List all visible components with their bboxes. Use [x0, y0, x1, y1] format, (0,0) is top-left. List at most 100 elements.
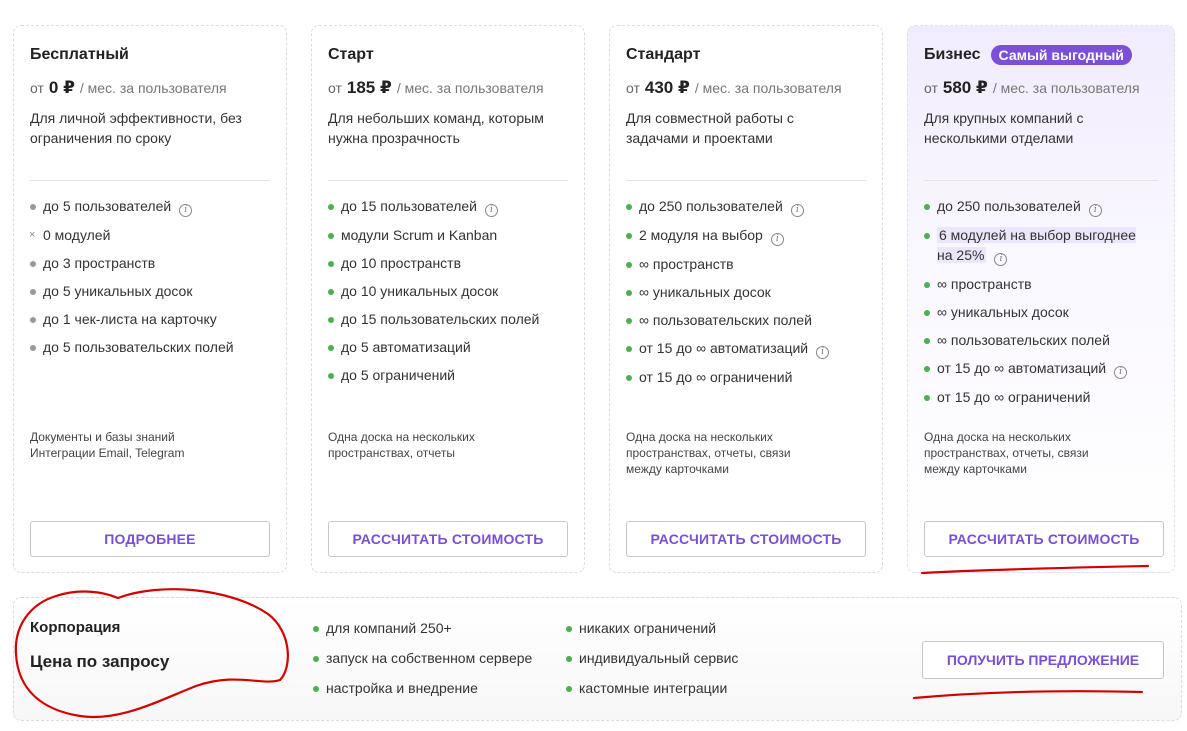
plan-description: Для небольших команд, которым нужна проз… [328, 110, 544, 146]
info-icon[interactable]: i [1088, 204, 1102, 217]
cross-icon: × [29, 229, 36, 241]
feature-item: запуск на собственном сервере [313, 648, 532, 668]
feature-item: до 5 ограничений [328, 365, 568, 385]
plan-extra: Одна доска на нескольких пространствах, … [626, 429, 866, 477]
feature-text: до 15 пользователей [341, 198, 477, 214]
bullet-icon [924, 282, 930, 288]
feature-text: до 250 пользователей [937, 198, 1081, 214]
price-amount: 580 ₽ [942, 78, 988, 97]
plan-card-free: Бесплатный от 0 ₽ / мес. за пользователя… [13, 25, 287, 573]
feature-item: от 15 до ∞ автоматизаций i [626, 338, 866, 359]
feature-text: от 15 до ∞ автоматизаций [639, 340, 809, 356]
bullet-icon [30, 261, 36, 267]
feature-text: от 15 до ∞ ограничений [937, 389, 1091, 405]
feature-item: от 15 до ∞ автоматизаций i [924, 358, 1158, 379]
plan-description: Для личной эффективности, без ограничени… [30, 110, 242, 146]
bullet-icon [328, 233, 334, 239]
plan-title: Бизнес Самый выгодный [924, 44, 1158, 66]
price-unit: / мес. за пользователя [992, 80, 1140, 96]
feature-text: 6 модулей на выбор выгоднее на 25% [937, 227, 1136, 263]
feature-item: для компаний 250+ [313, 618, 532, 638]
corporate-features-col2: никаких ограничений индивидуальный серви… [566, 618, 738, 708]
divider [328, 180, 568, 181]
bullet-icon [626, 233, 632, 239]
feature-item: никаких ограничений [566, 618, 738, 638]
feature-text: модули Scrum и Kanban [341, 227, 498, 243]
price-prefix: от [924, 80, 938, 96]
plan-name: Бесплатный [30, 46, 129, 63]
feature-item: до 10 пространств [328, 253, 568, 273]
bullet-icon [328, 289, 334, 295]
feature-text: ∞ уникальных досок [937, 304, 1069, 320]
info-icon[interactable]: i [790, 204, 804, 217]
feature-item: модули Scrum и Kanban [328, 225, 568, 245]
calculate-cost-button[interactable]: РАССЧИТАТЬ СТОИМОСТЬ [924, 521, 1164, 557]
plan-name: Стандарт [626, 46, 701, 63]
plan-card-standard: Стандарт от 430 ₽ / мес. за пользователя… [609, 25, 883, 573]
feature-text: до 5 пользователей [43, 198, 172, 214]
info-icon[interactable]: i [485, 204, 498, 217]
bullet-icon [566, 656, 572, 662]
bullet-icon [30, 317, 36, 323]
plan-title: Бесплатный [30, 44, 270, 66]
extra-line: Одна доска на нескольких [924, 430, 1071, 444]
extra-line: пространствах, отчеты, связи [626, 446, 791, 460]
feature-item: 2 модуля на выбор i [626, 225, 866, 246]
feature-text: 2 модуля на выбор [639, 227, 763, 243]
feature-item: до 5 уникальных досок [30, 281, 270, 301]
feature-item: до 10 уникальных досок [328, 281, 568, 301]
feature-list: до 250 пользователей i 2 модуля на выбор i… [626, 196, 866, 395]
calculate-cost-button[interactable]: РАССЧИТАТЬ СТОИМОСТЬ [328, 521, 568, 557]
get-offer-button[interactable]: ПОЛУЧИТЬ ПРЕДЛОЖЕНИЕ [922, 641, 1164, 679]
feature-text: ∞ пространств [937, 276, 1032, 292]
feature-text: ∞ уникальных досок [639, 284, 771, 300]
price-amount: 0 ₽ [48, 78, 75, 97]
feature-text: от 15 до ∞ ограничений [639, 369, 793, 385]
feature-text: ∞ пользовательских полей [937, 332, 1110, 348]
feature-text: запуск на собственном сервере [326, 650, 533, 666]
feature-text: кастомные интеграции [579, 680, 728, 696]
plan-price-row: от 430 ₽ / мес. за пользователя [626, 78, 866, 100]
divider [30, 180, 270, 181]
feature-item: ∞ пользовательских полей [626, 310, 866, 330]
plan-price-row: от 185 ₽ / мес. за пользователя [328, 78, 568, 100]
plan-extra: Одна доска на нескольких пространствах, … [328, 429, 568, 461]
info-icon[interactable]: i [994, 253, 1008, 266]
bullet-icon [30, 289, 36, 295]
feature-item: ∞ уникальных досок [626, 282, 866, 302]
bullet-icon [30, 345, 36, 351]
feature-text: до 1 чек-листа на карточку [43, 311, 217, 327]
feature-item: × 0 модулей [29, 225, 270, 245]
bullet-icon [924, 204, 930, 210]
best-value-badge: Самый выгодный [990, 45, 1132, 65]
plan-card-business: Бизнес Самый выгодный от 580 ₽ / мес. за… [907, 25, 1175, 573]
extra-line: пространствах, отчеты [328, 446, 455, 460]
bullet-icon [924, 338, 930, 344]
feature-text: до 10 пространств [341, 255, 462, 271]
calculate-cost-button[interactable]: РАССЧИТАТЬ СТОИМОСТЬ [626, 521, 866, 557]
feature-text: до 5 пользовательских полей [43, 339, 234, 355]
details-button[interactable]: ПОДРОБНЕЕ [30, 521, 270, 557]
info-icon[interactable]: i [1114, 366, 1128, 379]
info-icon[interactable]: i [179, 204, 193, 217]
feature-item: ∞ пространств [924, 274, 1158, 294]
extra-line: пространствах, отчеты, связи [924, 446, 1089, 460]
info-icon[interactable]: i [770, 233, 784, 246]
bullet-icon [924, 395, 930, 401]
extra-line: Интеграции Email, Telegram [30, 446, 185, 460]
feature-text: до 5 уникальных досок [43, 283, 193, 299]
bullet-icon [626, 290, 632, 296]
feature-item: до 15 пользователей i [328, 196, 568, 217]
plan-price-row: от 580 ₽ / мес. за пользователя [924, 78, 1158, 100]
feature-item: до 3 пространств [30, 253, 270, 273]
bullet-icon [313, 686, 319, 692]
feature-text: ∞ пространств [639, 256, 734, 272]
bullet-icon [566, 626, 572, 632]
corporate-title: Корпорация [30, 619, 121, 636]
info-icon[interactable]: i [816, 346, 830, 359]
plan-card-start: Старт от 185 ₽ / мес. за пользователя Дл… [311, 25, 585, 573]
feature-item: кастомные интеграции [566, 678, 738, 698]
extra-line: между карточками [626, 462, 729, 476]
bullet-icon [626, 262, 632, 268]
feature-text: до 10 уникальных досок [341, 283, 499, 299]
